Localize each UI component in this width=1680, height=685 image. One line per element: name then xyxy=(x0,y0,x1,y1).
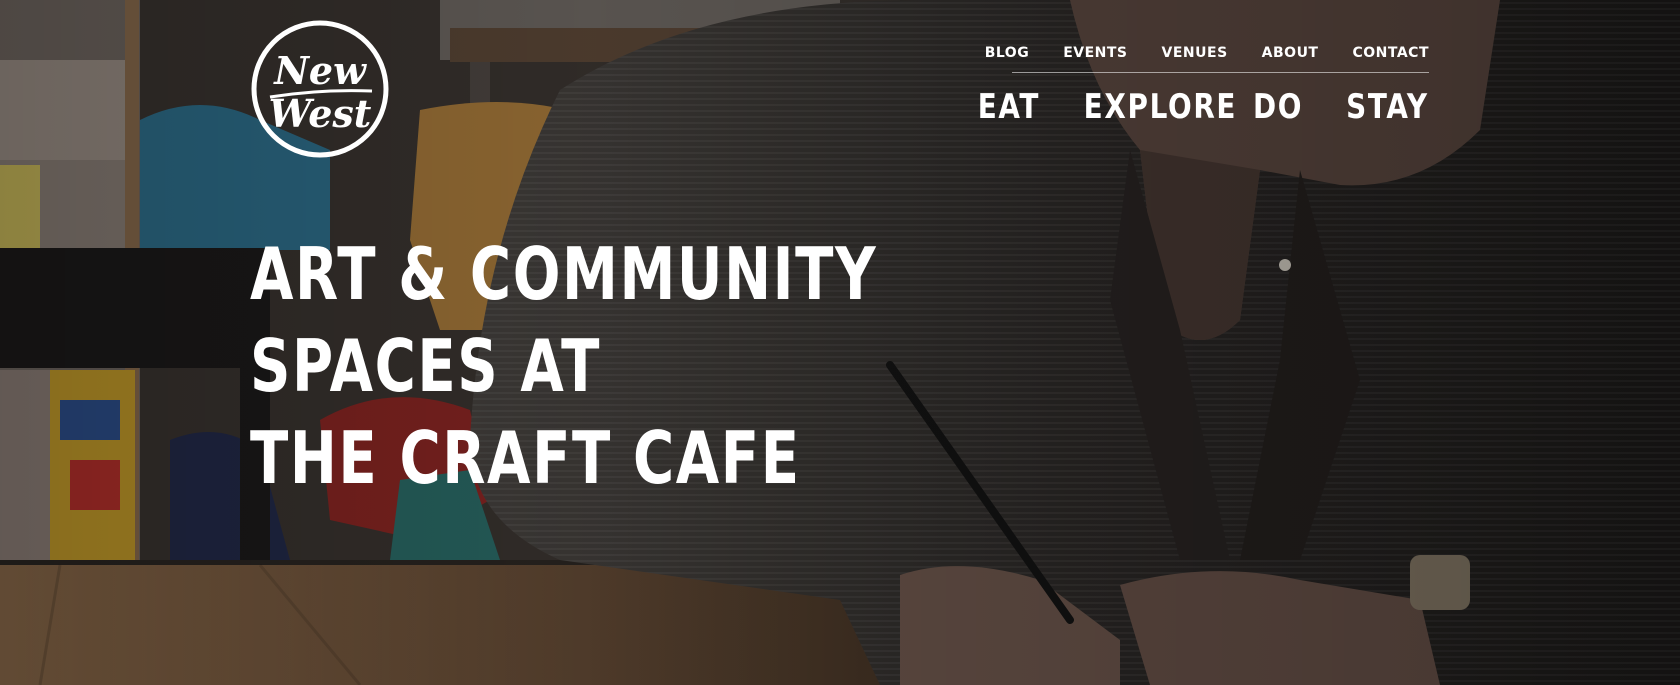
main-nav-do[interactable]: DO xyxy=(1253,85,1303,129)
nav-link-events[interactable]: EVENTS xyxy=(1063,44,1127,62)
nav-link-blog[interactable]: BLOG xyxy=(985,44,1030,62)
hero-headline-line1: ART & COMMUNITY SPACES AT xyxy=(250,232,878,408)
main-nav-stay[interactable]: STAY xyxy=(1346,85,1429,129)
utility-nav: BLOG EVENTS VENUES ABOUT CONTACT xyxy=(951,44,1429,62)
nav-link-contact[interactable]: CONTACT xyxy=(1352,44,1429,62)
main-nav-eat[interactable]: EAT xyxy=(978,85,1040,129)
nav-link-venues[interactable]: VENUES xyxy=(1162,44,1228,62)
hero-section: New West BLOG EVENTS VENUES ABOUT CONTAC… xyxy=(0,0,1680,685)
hero-headline-line2: THE CRAFT CAFE xyxy=(250,416,801,500)
home-logo-link[interactable] xyxy=(250,19,390,159)
main-nav: EAT EXPLORE DO STAY xyxy=(964,85,1429,129)
main-nav-explore[interactable]: EXPLORE xyxy=(1084,85,1237,129)
hero-headline: ART & COMMUNITY SPACES AT THE CRAFT CAFE xyxy=(250,228,952,504)
nav-link-about[interactable]: ABOUT xyxy=(1262,44,1319,62)
nav-divider xyxy=(1012,72,1429,73)
